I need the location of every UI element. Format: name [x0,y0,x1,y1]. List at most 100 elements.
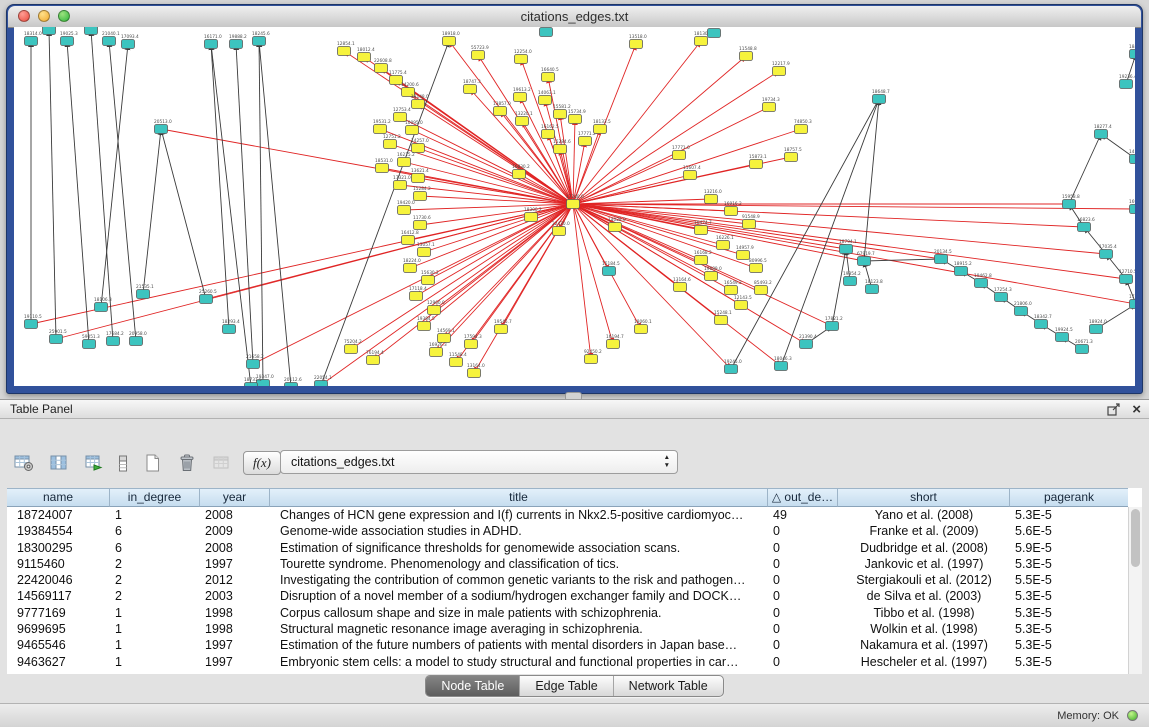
graph-node[interactable] [995,293,1008,302]
graph-node[interactable] [773,67,786,76]
graph-edge[interactable] [211,44,229,329]
tab-node-table[interactable]: Node Table [426,676,519,696]
graph-node[interactable] [516,117,529,126]
table-row[interactable]: 1456911722003Disruption of a novel membe… [7,588,1128,604]
graph-node[interactable] [725,207,738,216]
network-table-select[interactable]: citations_edges.txt ▲▼ [280,450,678,474]
graph-node[interactable] [103,37,116,46]
graph-node[interactable] [122,40,135,49]
graph-node[interactable] [630,40,643,49]
graph-node[interactable] [1130,205,1136,214]
graph-node[interactable] [755,286,768,295]
graph-node[interactable] [464,85,477,94]
graph-edge[interactable] [161,129,206,299]
graph-node[interactable] [514,93,527,102]
column-header-in-degree[interactable]: in_degree [110,488,200,507]
graph-node[interactable] [705,272,718,281]
graph-node[interactable] [585,355,598,364]
graph-edge[interactable] [31,204,573,324]
column-header-year[interactable]: year [200,488,270,507]
graph-edge[interactable] [573,204,1135,209]
graph-node[interactable] [540,28,553,37]
graph-node[interactable] [95,303,108,312]
graph-node[interactable] [494,107,507,116]
graph-node[interactable] [542,73,555,82]
graph-node[interactable] [858,257,871,266]
table-row[interactable]: 1830029562008Estimation of significance … [7,540,1128,556]
graph-node[interactable] [376,164,389,173]
graph-node[interactable] [1130,50,1136,59]
citation-network-graph[interactable]: 17240.012854.118012.422608.811775.414200… [14,27,1135,386]
graph-node[interactable] [935,255,948,264]
graph-node[interactable] [338,47,351,56]
table-settings-button[interactable] [10,450,38,476]
graph-edge[interactable] [1069,134,1101,204]
graph-node[interactable] [844,277,857,286]
graph-node[interactable] [410,292,423,301]
graph-node[interactable] [398,158,411,167]
graph-node[interactable] [840,245,853,254]
graph-edge[interactable] [408,92,573,204]
graph-node[interactable] [567,200,580,209]
graph-node[interactable] [515,55,528,64]
graph-node[interactable] [1035,320,1048,329]
graph-node[interactable] [743,220,756,229]
graph-node[interactable] [50,335,63,344]
graph-node[interactable] [1120,80,1133,89]
graph-node[interactable] [418,322,431,331]
graph-edge[interactable] [101,44,128,307]
graph-node[interactable] [554,145,567,154]
graph-node[interactable] [785,153,798,162]
table-rows-button[interactable] [115,450,131,476]
window-titlebar[interactable]: citations_edges.txt [8,6,1141,28]
graph-node[interactable] [695,256,708,265]
graph-node[interactable] [715,316,728,325]
column-header-out-de-[interactable]: △ out_de… [768,488,838,507]
graph-edge[interactable] [573,204,1135,304]
float-panel-icon[interactable] [1107,403,1121,416]
table-row[interactable]: 1872400712008Changes of HCN gene express… [7,507,1128,523]
graph-node[interactable] [107,337,120,346]
graph-node[interactable] [358,53,371,62]
graph-node[interactable] [374,125,387,134]
graph-node[interactable] [1076,345,1089,354]
graph-node[interactable] [394,181,407,190]
table-row[interactable]: 977716911998Corpus callosum shape and si… [7,605,1128,621]
show-columns-button[interactable] [45,450,73,476]
graph-edge[interactable] [253,204,573,364]
graph-edge[interactable] [573,71,779,204]
graph-node[interactable] [438,334,451,343]
graph-node[interactable] [800,340,813,349]
graph-node[interactable] [85,27,98,35]
graph-edge[interactable] [351,204,573,349]
import-table-button[interactable] [80,450,108,476]
network-canvas[interactable]: 17240.012854.118012.422608.811775.414200… [14,27,1135,386]
graph-node[interactable] [705,195,718,204]
table-row[interactable]: 946362711997Embryonic stem cells: a mode… [7,654,1128,670]
close-panel-icon[interactable]: × [1132,402,1141,417]
graph-node[interactable] [955,267,968,276]
table-row[interactable]: 969969511998Structural magnetic resonanc… [7,621,1128,637]
graph-edge[interactable] [236,44,253,364]
graph-node[interactable] [594,125,607,134]
graph-node[interactable] [763,103,776,112]
graph-node[interactable] [674,283,687,292]
graph-node[interactable] [205,40,218,49]
graph-node[interactable] [247,360,260,369]
graph-node[interactable] [450,358,463,367]
graph-edge[interactable] [321,41,449,385]
zoom-window-button[interactable] [58,10,70,22]
graph-node[interactable] [569,115,582,124]
graph-node[interactable] [826,322,839,331]
graph-node[interactable] [43,27,56,35]
graph-node[interactable] [253,37,266,46]
graph-node[interactable] [25,320,38,329]
graph-node[interactable] [468,369,481,378]
tab-network-table[interactable]: Network Table [613,676,723,696]
graph-node[interactable] [525,213,538,222]
graph-edge[interactable] [410,204,573,268]
column-header-pagerank[interactable]: pagerank [1010,488,1128,507]
table-row[interactable]: 2242004622012Investigating the contribut… [7,572,1128,588]
graph-node[interactable] [83,340,96,349]
graph-node[interactable] [412,174,425,183]
